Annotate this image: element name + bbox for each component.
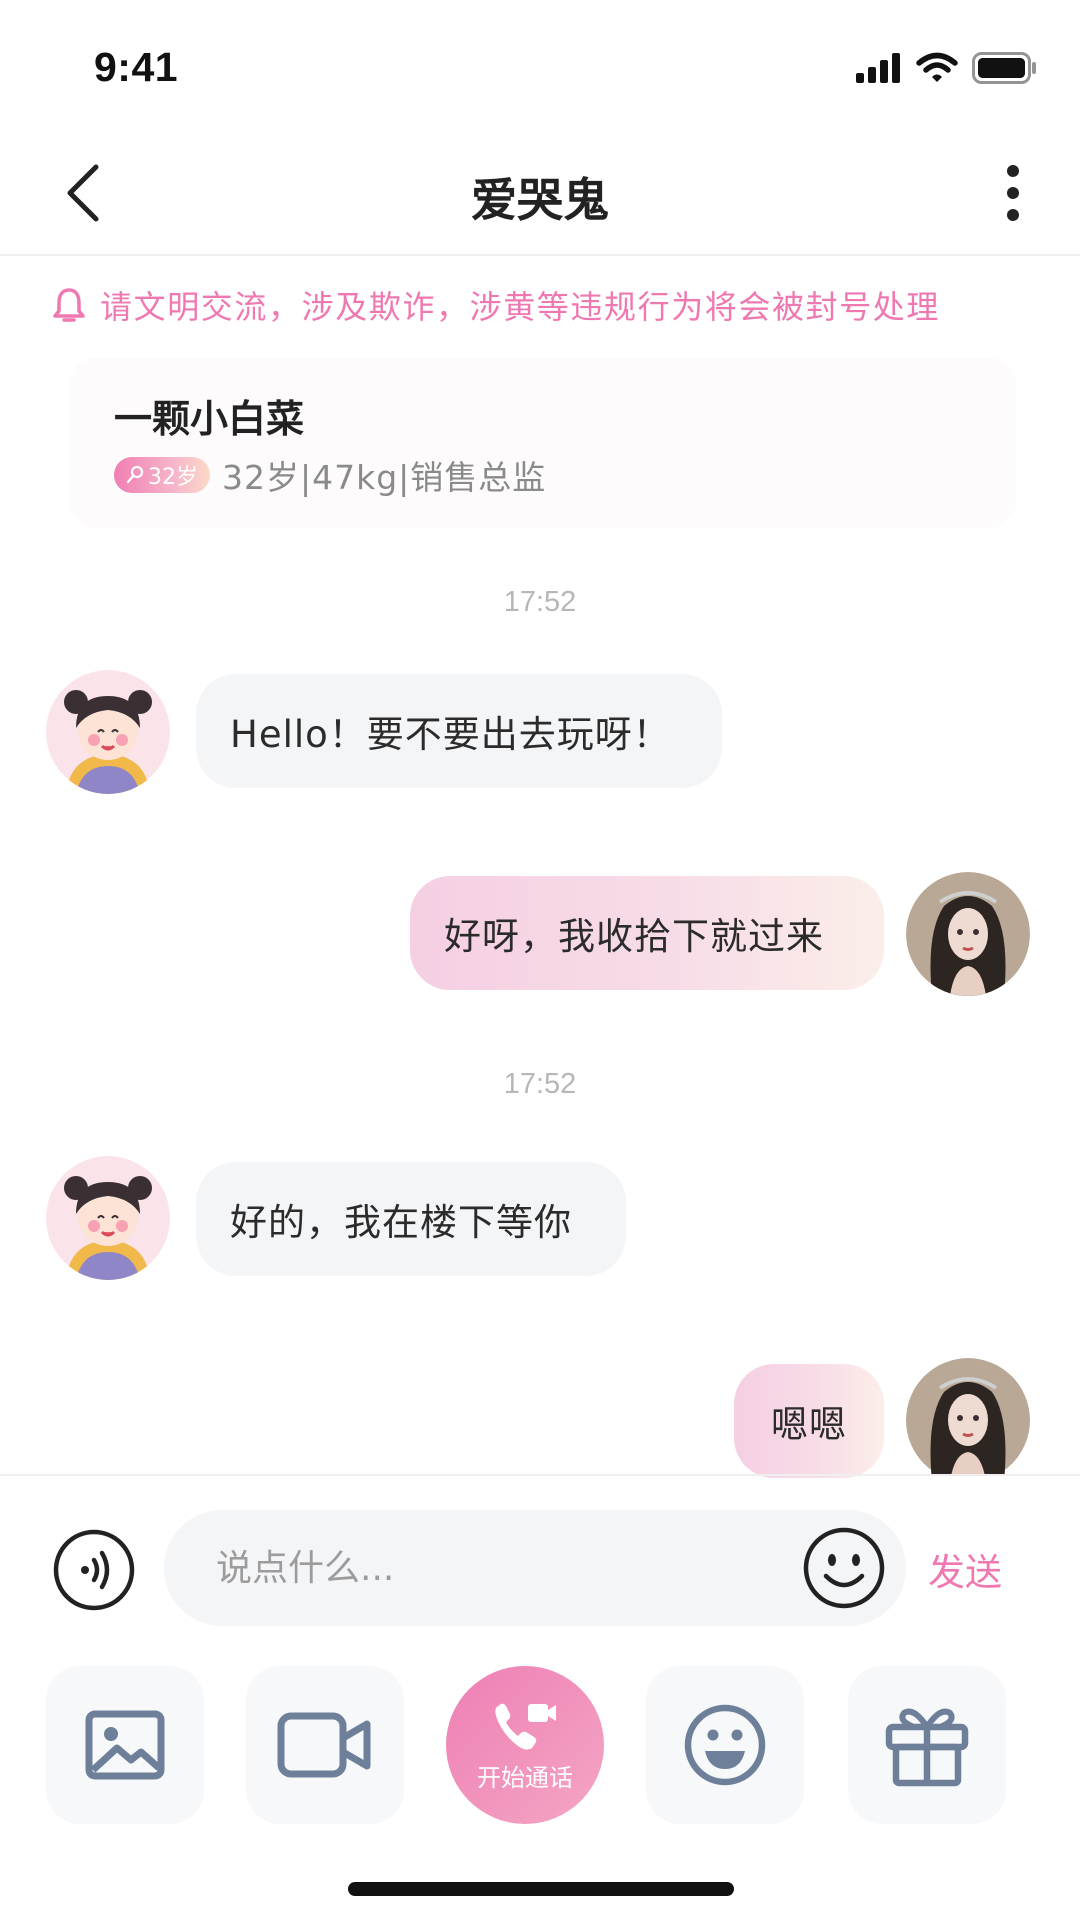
smile-icon [684, 1704, 766, 1786]
more-button[interactable] [988, 160, 1038, 226]
home-indicator [348, 1882, 734, 1896]
start-call-button[interactable]: 开始通话 [446, 1666, 604, 1824]
image-icon [85, 1710, 165, 1780]
message-bubble-incoming[interactable]: Hello！要不要出去玩呀！ [196, 674, 722, 788]
message-timestamp: 17:52 [503, 1068, 577, 1100]
message-timestamp: 17:52 [503, 586, 577, 618]
page-title: 爱哭鬼 [471, 173, 609, 227]
profile-info: 32岁|47kg|销售总监 [222, 458, 547, 497]
more-vertical-icon [1007, 165, 1019, 221]
profile-meta: 32岁 32岁|47kg|销售总监 [114, 454, 547, 497]
smile-icon [803, 1527, 885, 1609]
send-gift-button[interactable] [848, 1666, 1006, 1824]
input-divider [0, 1474, 1080, 1476]
message-bubble-outgoing[interactable]: 好呀，我收拾下就过来 [410, 876, 884, 990]
message-bubble-outgoing[interactable]: 嗯嗯 [734, 1364, 884, 1478]
age-badge-text: 32岁 [148, 465, 198, 490]
my-avatar[interactable] [906, 872, 1030, 996]
message-text: Hello！要不要出去玩呀！ [230, 713, 671, 756]
nav-bar: 爱哭鬼 [0, 130, 1080, 256]
send-image-button[interactable] [46, 1666, 204, 1824]
gift-icon [885, 1708, 969, 1787]
video-camera-icon [277, 1712, 371, 1778]
message-text: 好的，我在楼下等你 [230, 1201, 572, 1244]
message-bubble-incoming[interactable]: 好的，我在楼下等你 [196, 1162, 626, 1276]
bell-icon [53, 288, 85, 322]
message-text: 嗯嗯 [771, 1403, 847, 1446]
voice-input-button[interactable] [52, 1528, 136, 1612]
emoji-button[interactable] [802, 1526, 886, 1610]
safety-notice: 请文明交流，涉及欺诈，涉黄等违规行为将会被封号处理 [52, 282, 940, 328]
profile-name: 一颗小白菜 [114, 397, 305, 441]
contact-avatar[interactable] [46, 670, 170, 794]
battery-icon [972, 52, 1036, 84]
age-badge: 32岁 [114, 457, 210, 493]
message-input-box[interactable] [164, 1510, 906, 1626]
notice-text: 请文明交流，涉及欺诈，涉黄等违规行为将会被封号处理 [100, 288, 941, 326]
send-button[interactable]: 发送 [928, 1542, 1002, 1596]
phone-call-icon [495, 1703, 556, 1750]
status-time: 9:41 [94, 44, 179, 90]
message-input[interactable] [216, 1538, 736, 1598]
status-bar: 9:41 [0, 0, 1080, 130]
contact-avatar[interactable] [46, 1156, 170, 1280]
my-avatar[interactable] [906, 1358, 1030, 1474]
sticker-button[interactable] [646, 1666, 804, 1824]
start-call-label: 开始通话 [477, 1763, 573, 1792]
voice-icon [53, 1529, 135, 1611]
send-video-button[interactable] [246, 1666, 404, 1824]
profile-card[interactable]: 一颗小白菜 32岁 32岁|47kg|销售总监 [70, 358, 1016, 528]
status-icons [856, 50, 1038, 86]
wifi-icon [916, 52, 958, 82]
cellular-signal-icon [856, 53, 900, 83]
gender-icon [126, 465, 144, 484]
message-text: 好呀，我收拾下就过来 [444, 915, 824, 958]
